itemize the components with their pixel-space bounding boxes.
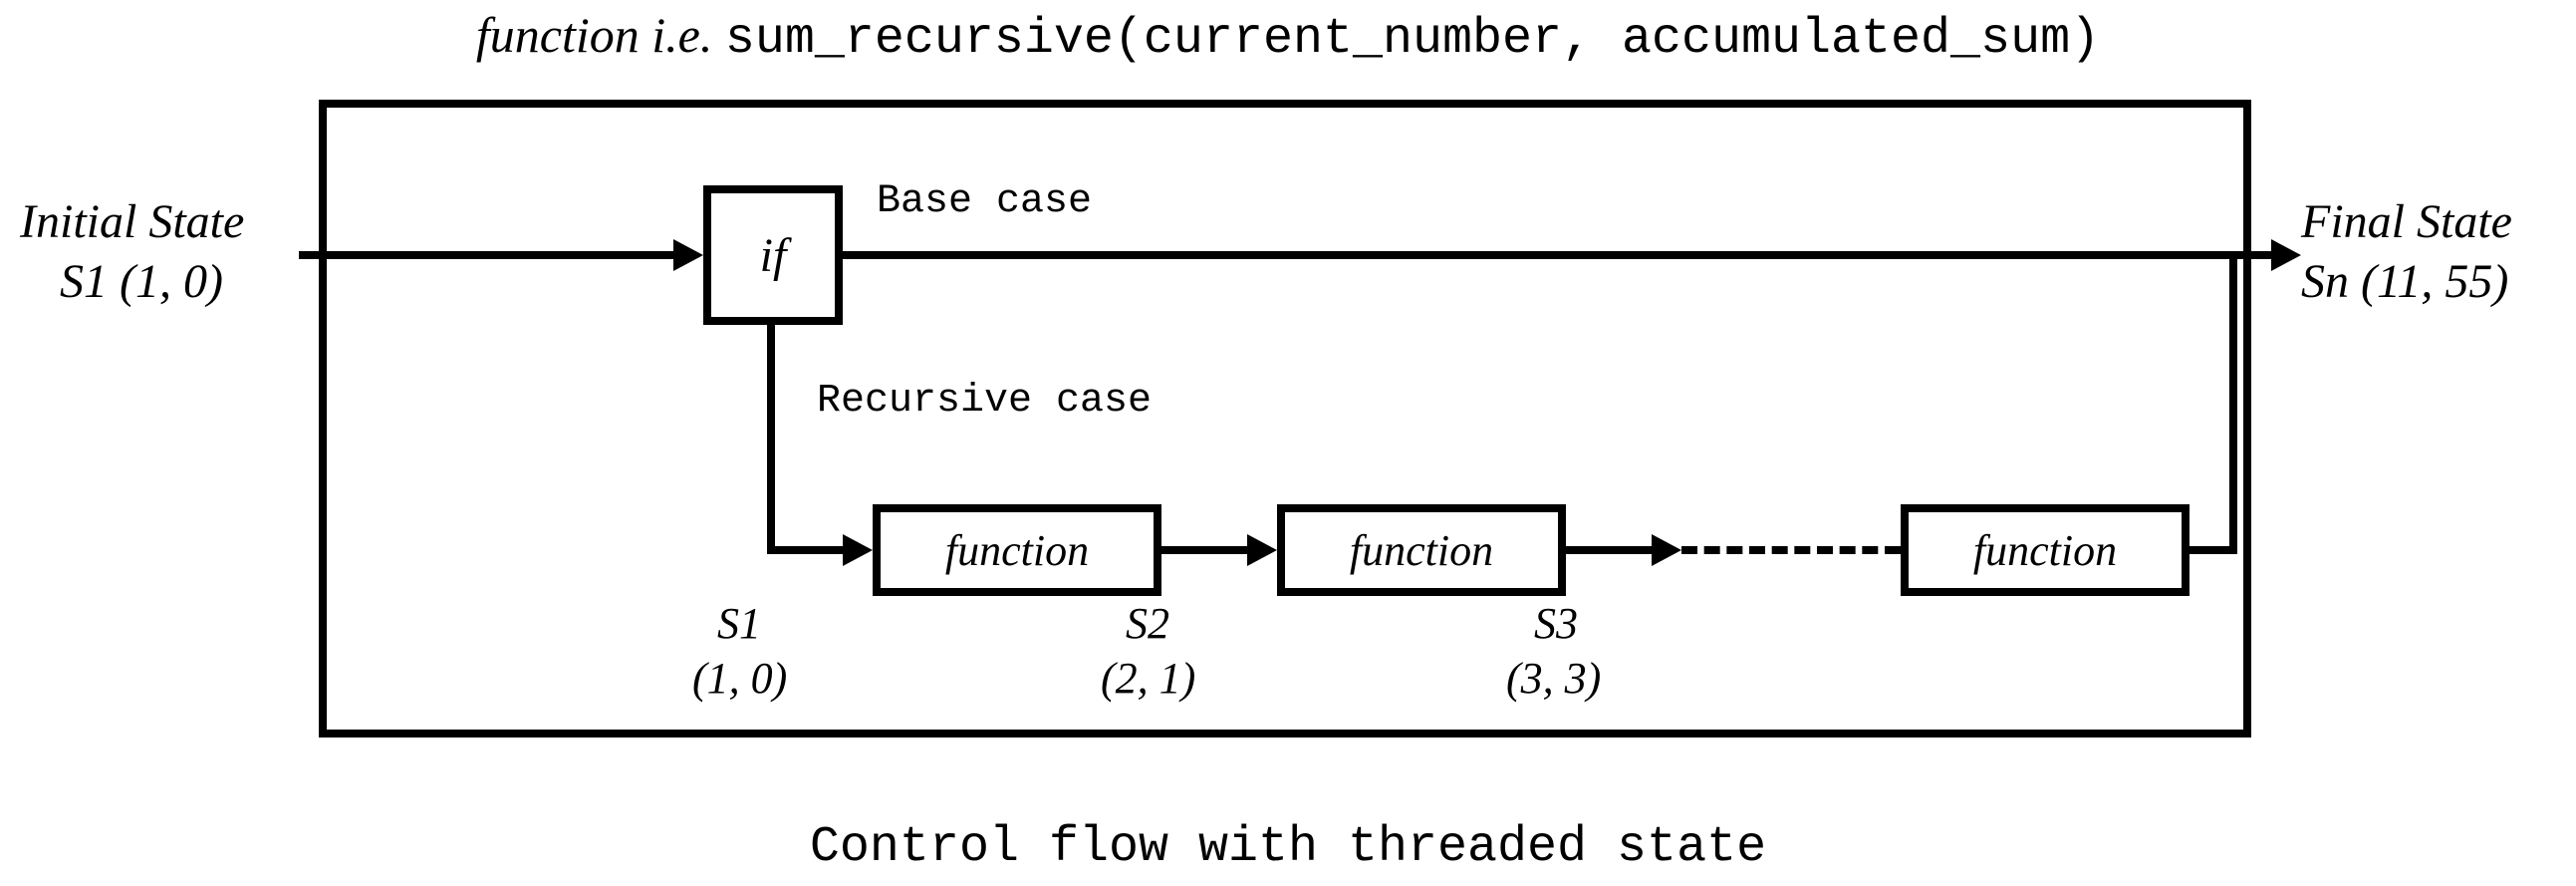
initial-state-value: S1 (1, 0) (60, 254, 223, 309)
edge-base-to-out (843, 251, 2277, 259)
edge-f3-up (2229, 251, 2237, 554)
edge-in (299, 251, 677, 259)
title-signature: sum_recursive(current_number, accumulate… (725, 11, 2100, 68)
function-node-3-label: function (1973, 525, 2117, 576)
final-state-label: Final State (2301, 194, 2512, 249)
if-node: if (703, 185, 843, 325)
edge-out-arrow (2271, 239, 2301, 271)
edge-f1-f2 (1161, 546, 1251, 554)
state-s1-name: S1 (717, 598, 761, 649)
function-outer-rect (319, 100, 2251, 738)
initial-state-label: Initial State (20, 194, 244, 249)
edge-f1-f2-arrow (1247, 534, 1277, 566)
state-s1-val: (1, 0) (692, 653, 787, 704)
function-node-2-label: function (1350, 525, 1493, 576)
caption: Control flow with threaded state (0, 819, 2576, 876)
edge-in-arrow (673, 239, 703, 271)
function-node-1-label: function (945, 525, 1089, 576)
edge-f2-dash-arrow (1652, 534, 1681, 566)
state-s3-name: S3 (1534, 598, 1578, 649)
base-case-label: Base case (877, 179, 1092, 224)
final-state-value: Sn (11, 55) (2301, 254, 2508, 309)
if-label: if (760, 228, 787, 283)
edge-to-f1-arrow (843, 534, 873, 566)
edge-dashed (1681, 546, 1901, 554)
edge-if-down (767, 325, 775, 554)
recursive-case-label: Recursive case (817, 379, 1152, 424)
function-node-2: function (1277, 504, 1566, 596)
function-node-1: function (873, 504, 1161, 596)
edge-to-f1 (767, 546, 847, 554)
state-s2-name: S2 (1126, 598, 1169, 649)
state-s2-val: (2, 1) (1101, 653, 1195, 704)
edge-f2-dash (1566, 546, 1656, 554)
title-prefix: function i.e. (476, 7, 725, 63)
state-s3-val: (3, 3) (1506, 653, 1601, 704)
title: function i.e. sum_recursive(current_numb… (0, 6, 2576, 68)
diagram-stage: { "title": { "prefix": "function i.e. ",… (0, 0, 2576, 886)
function-node-3: function (1901, 504, 2190, 596)
